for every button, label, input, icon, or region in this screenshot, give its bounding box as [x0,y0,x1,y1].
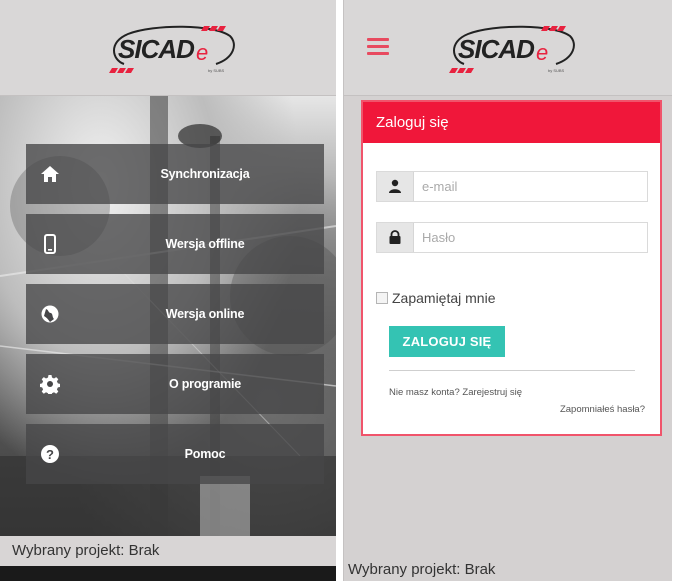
menu-item-label: Wersja offline [165,237,245,251]
divider [389,370,635,371]
login-panel: Zaloguj się Zapamiętaj mnie ZALOGUJ SIĘ … [361,100,662,436]
app-header: SICAD e by SUBS [0,0,336,96]
sicade-logo: SICAD e by SUBS [444,20,580,78]
menu-item-wersja-online[interactable]: Wersja online [26,284,324,344]
app-header: SICAD e by SUBS [344,0,672,96]
home-icon [40,164,60,184]
menu-item-pomoc[interactable]: ? Pomoc [26,424,324,484]
svg-text:SICAD: SICAD [458,34,535,64]
checkbox-box[interactable] [376,292,388,304]
menu-item-label: Wersja online [165,307,245,321]
menu-item-o-programie[interactable]: O programie [26,354,324,414]
svg-text:SICAD: SICAD [118,34,195,64]
password-field [376,222,648,253]
svg-text:e: e [196,40,208,65]
password-input[interactable] [414,223,647,252]
question-icon: ? [40,444,60,464]
email-field [376,171,648,202]
menu-item-wersja-offline[interactable]: Wersja offline [26,214,324,274]
bottom-bar [0,566,336,581]
menu-item-label: Synchronizacja [160,167,250,181]
user-icon [377,172,414,201]
remember-me-label: Zapamiętaj mnie [392,290,496,306]
menu-item-synchronizacja[interactable]: Synchronizacja [26,144,324,204]
phone-icon [40,234,60,254]
globe-icon [40,304,60,324]
main-menu: Synchronizacja Wersja offline Wersja onl… [26,144,324,494]
login-title: Zaloguj się [363,102,660,143]
svg-text:by SUBS: by SUBS [208,68,225,73]
svg-text:by SUBS: by SUBS [548,68,565,73]
register-link[interactable]: Nie masz konta? Zarejestruj się [389,387,522,398]
gear-icon [40,374,60,394]
menu-item-label: O programie [168,377,242,391]
selected-project-label: Wybrany projekt: Brak [348,561,496,578]
login-button[interactable]: ZALOGUJ SIĘ [389,326,505,357]
email-input[interactable] [414,172,647,201]
menu-screen: SICAD e by SUBS Synchronizacja Wersja of… [0,0,336,581]
lock-icon [377,223,414,252]
menu-item-label: Pomoc [184,447,226,461]
svg-text:?: ? [46,447,54,462]
svg-text:e: e [536,40,548,65]
login-screen: SICAD e by SUBS Zaloguj się e-mail Zapam… [343,0,672,581]
forgot-password-link[interactable]: Zapomniałeś hasła? [560,404,645,415]
sicade-logo: SICAD e by SUBS [104,20,240,78]
selected-project-label: Wybrany projekt: Brak [0,536,336,566]
remember-me-checkbox[interactable]: Zapamiętaj mnie [376,289,496,307]
hamburger-menu-icon[interactable] [367,38,389,56]
